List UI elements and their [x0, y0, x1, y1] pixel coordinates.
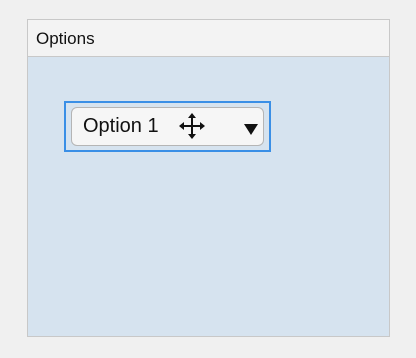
dropdown-selection-outline: Option 1 — [64, 101, 271, 152]
dropdown-selected-value: Option 1 — [83, 115, 159, 137]
options-dropdown[interactable]: Option 1 — [71, 107, 264, 146]
options-panel: Options Option 1 — [27, 19, 390, 337]
chevron-down-icon[interactable] — [244, 124, 258, 135]
move-cursor-icon — [179, 113, 205, 139]
panel-title: Options — [28, 20, 389, 57]
